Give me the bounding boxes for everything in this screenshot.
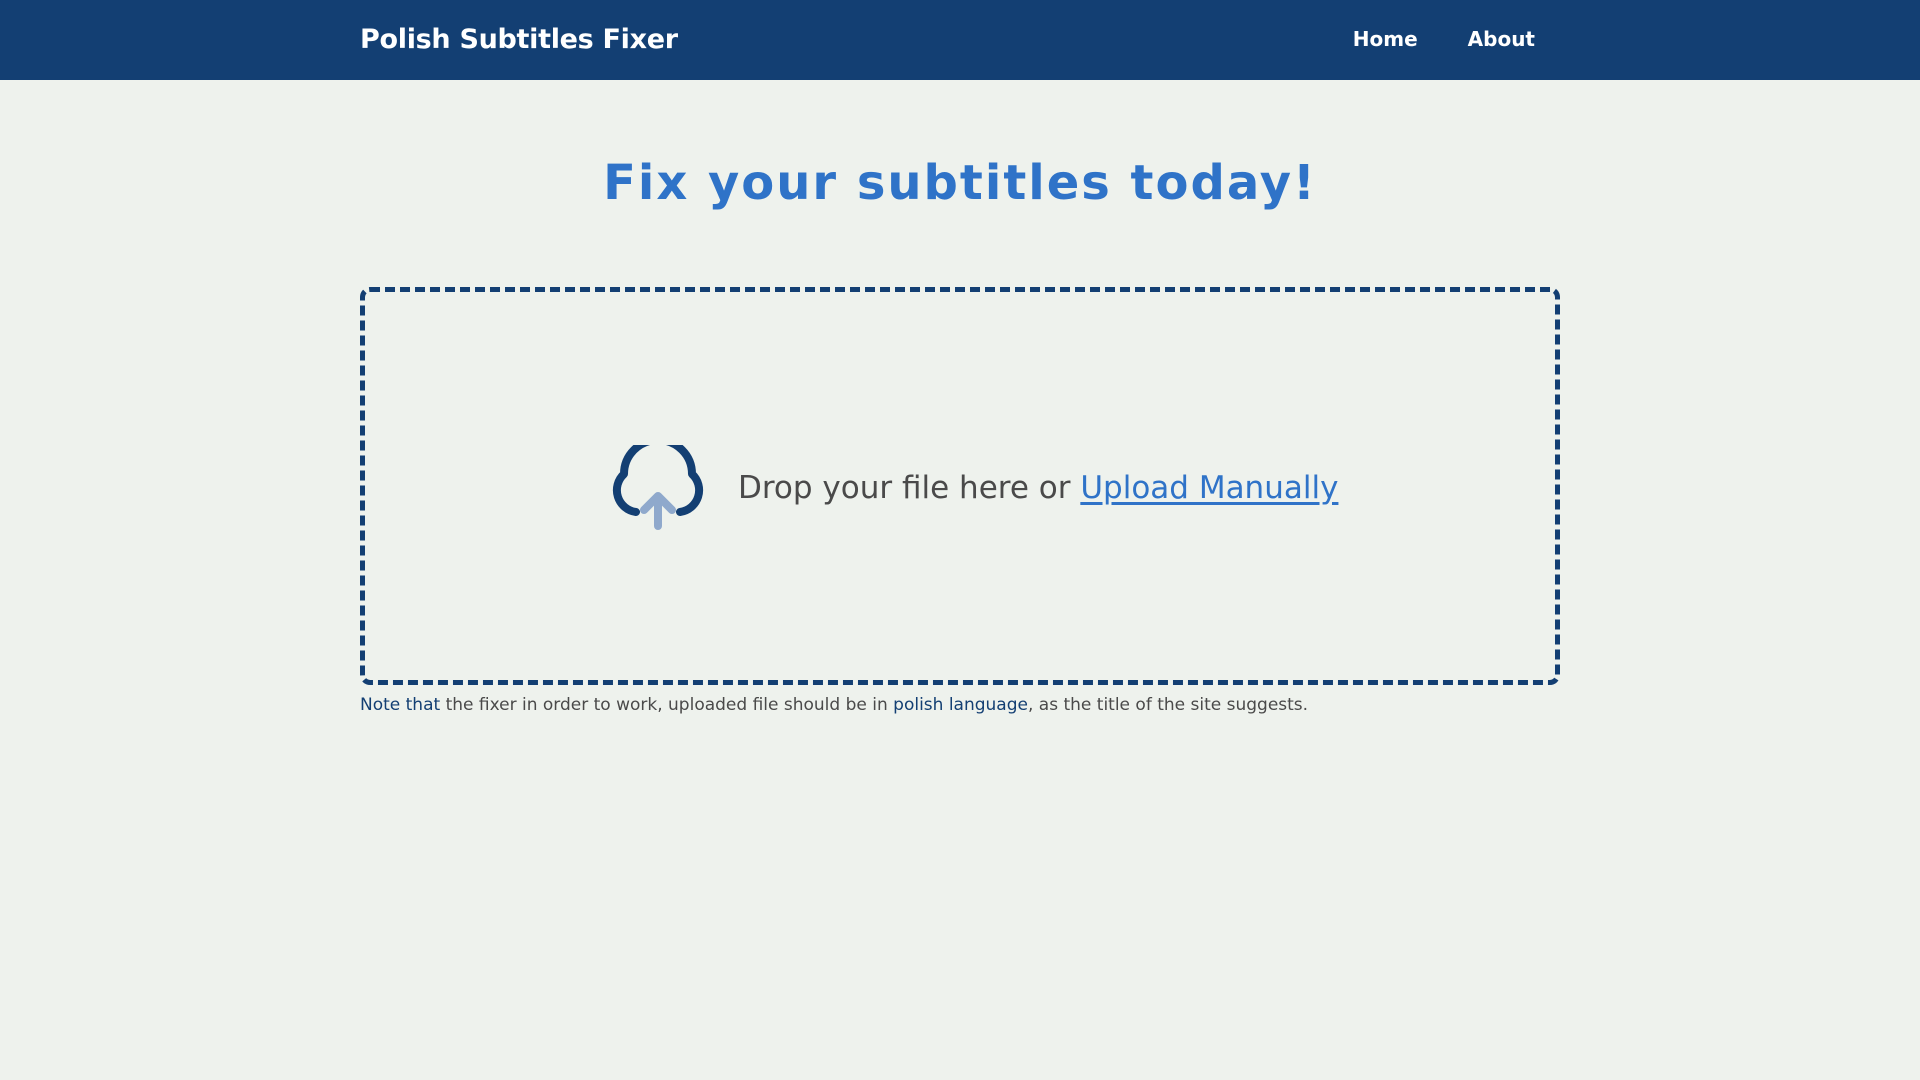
dropzone-label: Drop your file here or xyxy=(738,469,1081,506)
nav-link-home[interactable]: Home xyxy=(1353,27,1418,51)
brand-logo-link[interactable]: Polish Subtitles Fixer xyxy=(360,0,678,80)
language-note: Note that the fixer in order to work, up… xyxy=(360,695,1308,715)
upload-manually-link[interactable]: Upload Manually xyxy=(1080,470,1338,506)
nav-link-about[interactable]: About xyxy=(1468,27,1535,51)
dropzone-text: Drop your file here or Upload Manually xyxy=(738,470,1338,506)
cloud-upload-icon xyxy=(612,445,704,530)
page-title: Fix your subtitles today! xyxy=(603,155,1317,211)
nav-links: Home About xyxy=(1353,0,1535,78)
dropzone-content: Drop your file here or Upload Manually xyxy=(606,445,1338,530)
note-highlight-note-that: Note that xyxy=(360,695,441,715)
note-text: the fixer in order to work, uploaded fil… xyxy=(440,695,894,715)
note-text-end: , as the title of the site suggests. xyxy=(1027,695,1309,715)
note-highlight-polish-language: polish language xyxy=(893,695,1028,715)
navbar: Polish Subtitles Fixer Home About xyxy=(0,0,1920,80)
